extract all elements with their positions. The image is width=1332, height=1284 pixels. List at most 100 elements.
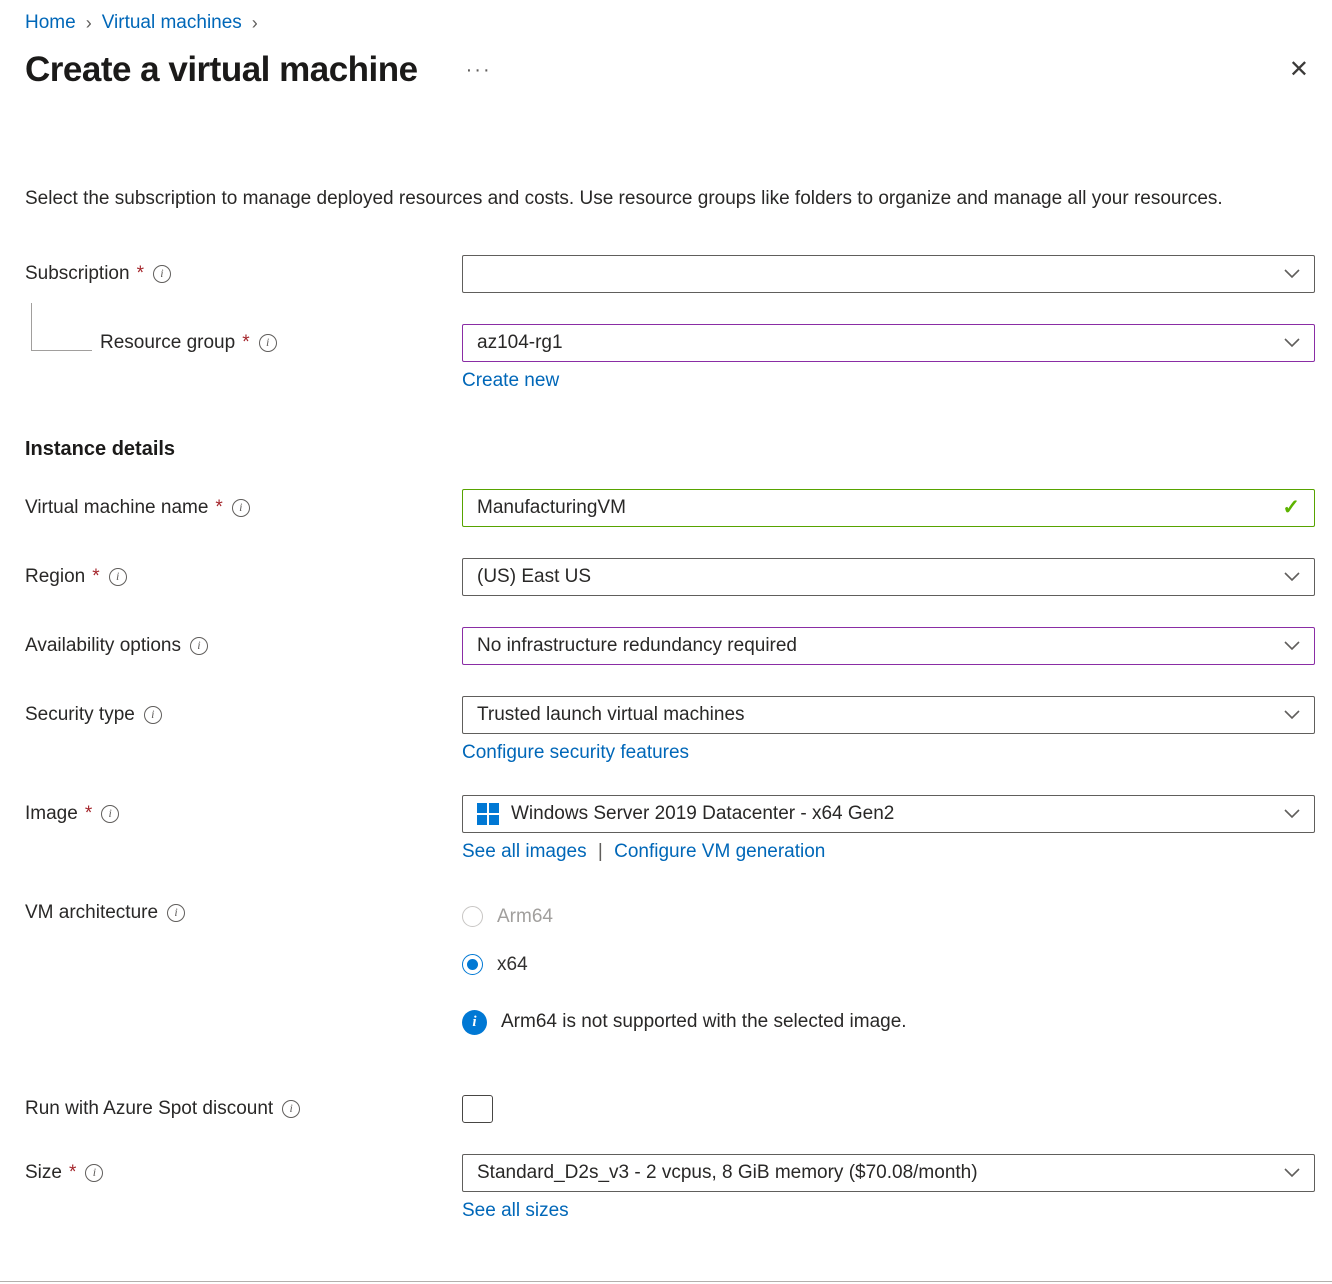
region-value: (US) East US [477,566,591,588]
info-icon[interactable] [259,334,277,352]
field-row-image: Image * Windows Server 2019 Datacenter -… [25,795,1315,833]
breadcrumb-virtual-machines-link[interactable]: Virtual machines [102,12,242,34]
vm-name-input[interactable]: ManufacturingVM [462,489,1315,527]
region-label-group: Region * [25,566,462,588]
image-value: Windows Server 2019 Datacenter - x64 Gen… [511,803,894,825]
chevron-down-icon [1284,1168,1300,1178]
more-menu-icon[interactable]: ··· [466,59,492,82]
vm-name-value: ManufacturingVM [477,497,626,519]
create-new-resource-group-link[interactable]: Create new [462,370,559,391]
required-marker: * [137,263,144,285]
azure-spot-label-group: Run with Azure Spot discount [25,1098,462,1120]
field-row-security-type: Security type Trusted launch virtual mac… [25,696,1315,734]
azure-spot-label: Run with Azure Spot discount [25,1098,273,1120]
info-icon[interactable] [282,1100,300,1118]
size-dropdown[interactable]: Standard_D2s_v3 - 2 vcpus, 8 GiB memory … [462,1154,1315,1192]
size-label-group: Size * [25,1162,462,1184]
chevron-down-icon [1284,710,1300,720]
tree-connector-line [31,303,92,351]
resource-group-dropdown[interactable]: az104-rg1 [462,324,1315,362]
availability-options-dropdown[interactable]: No infrastructure redundancy required [462,627,1315,665]
image-label-group: Image * [25,803,462,825]
configure-security-features-link[interactable]: Configure security features [462,742,689,763]
image-dropdown-content: Windows Server 2019 Datacenter - x64 Gen… [477,803,894,825]
field-row-resource-group: Resource group * az104-rg1 [25,324,1315,362]
field-row-region: Region * (US) East US [25,558,1315,596]
info-icon[interactable] [144,706,162,724]
availability-options-label-group: Availability options [25,635,462,657]
required-marker: * [92,566,99,588]
required-marker: * [215,497,222,519]
blade-header: Create a virtual machine ··· ✕ [25,50,1315,90]
field-row-vm-architecture: VM architecture Arm64 x64 Arm64 is [25,894,1315,1035]
vm-name-label-group: Virtual machine name * [25,497,462,519]
image-label: Image [25,803,78,825]
required-marker: * [85,803,92,825]
required-marker: * [242,332,249,354]
info-icon[interactable] [101,805,119,823]
size-label: Size [25,1162,62,1184]
configure-vm-generation-link[interactable]: Configure VM generation [614,841,825,862]
field-row-subscription: Subscription * [25,255,1315,293]
resource-group-label: Resource group [100,332,235,354]
resource-group-links: Create new [462,370,1315,392]
chevron-down-icon [1284,641,1300,651]
field-row-availability-options: Availability options No infrastructure r… [25,627,1315,665]
region-dropdown[interactable]: (US) East US [462,558,1315,596]
subscription-label-group: Subscription * [25,263,462,285]
info-icon[interactable] [232,499,250,517]
breadcrumb-chevron-icon: › [252,13,258,34]
close-icon[interactable]: ✕ [1283,56,1315,84]
blade-footer-divider [0,1281,1332,1282]
size-value: Standard_D2s_v3 - 2 vcpus, 8 GiB memory … [477,1162,978,1184]
radio-x64-label: x64 [497,954,528,976]
chevron-down-icon [1284,809,1300,819]
chevron-down-icon [1284,338,1300,348]
size-links: See all sizes [462,1200,1315,1222]
create-vm-blade: Home › Virtual machines › Create a virtu… [0,0,1332,1222]
azure-spot-checkbox[interactable] [462,1095,493,1123]
region-label: Region [25,566,85,588]
field-row-size: Size * Standard_D2s_v3 - 2 vcpus, 8 GiB … [25,1154,1315,1192]
chevron-down-icon [1284,269,1300,279]
info-icon[interactable] [167,904,185,922]
required-marker: * [69,1162,76,1184]
vm-name-label: Virtual machine name [25,497,208,519]
vm-architecture-label: VM architecture [25,902,158,924]
subscription-intro-text: Select the subscription to manage deploy… [25,184,1295,215]
field-row-azure-spot: Run with Azure Spot discount [25,1095,1315,1123]
availability-options-value: No infrastructure redundancy required [477,635,797,657]
security-type-value: Trusted launch virtual machines [477,704,745,726]
subscription-dropdown[interactable] [462,255,1315,293]
security-type-label: Security type [25,704,135,726]
windows-logo-icon [477,803,499,825]
image-links: See all images | Configure VM generation [462,841,1315,863]
info-icon[interactable] [153,265,171,283]
info-icon[interactable] [109,568,127,586]
azure-spot-field [462,1095,1315,1123]
info-filled-icon [462,1010,487,1035]
field-row-vm-name: Virtual machine name * ManufacturingVM [25,489,1315,527]
vm-architecture-radio-group: Arm64 x64 [462,894,1315,984]
see-all-sizes-link[interactable]: See all sizes [462,1200,569,1221]
security-type-label-group: Security type [25,704,462,726]
radio-option-arm64[interactable]: Arm64 [462,898,1315,936]
info-icon[interactable] [190,637,208,655]
radio-selected-icon [462,954,483,975]
breadcrumb: Home › Virtual machines › [25,8,1315,34]
valid-checkmark-icon [1282,495,1300,520]
breadcrumb-home-link[interactable]: Home [25,12,76,34]
resource-group-value: az104-rg1 [477,332,563,354]
availability-options-label: Availability options [25,635,181,657]
radio-option-x64[interactable]: x64 [462,946,1315,984]
info-icon[interactable] [85,1164,103,1182]
radio-unselected-icon [462,906,483,927]
security-type-links: Configure security features [462,742,1315,764]
chevron-down-icon [1284,572,1300,582]
image-dropdown[interactable]: Windows Server 2019 Datacenter - x64 Gen… [462,795,1315,833]
see-all-images-link[interactable]: See all images [462,841,587,862]
create-vm-form: Subscription * Resource group * az104-rg… [25,255,1315,1222]
resource-group-label-group: Resource group * [25,332,462,354]
security-type-dropdown[interactable]: Trusted launch virtual machines [462,696,1315,734]
breadcrumb-chevron-icon: › [86,13,92,34]
